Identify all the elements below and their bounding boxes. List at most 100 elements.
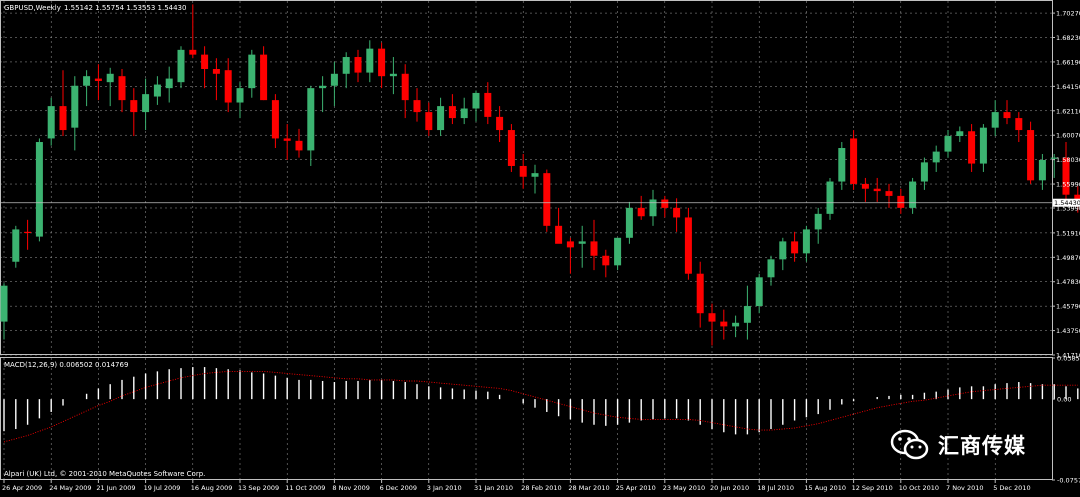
y-tick-label: 1.62110 xyxy=(1056,107,1080,115)
candle-body xyxy=(59,106,67,131)
y-tick-label: 1.70270 xyxy=(1056,10,1080,18)
candle-body xyxy=(602,255,610,266)
candle-body xyxy=(885,191,893,196)
x-tick-label: 20 Jun 2010 xyxy=(710,484,749,492)
candle-body xyxy=(802,229,810,254)
y-tick-label: 1.55990 xyxy=(1056,181,1080,189)
y-tick-label: 1.68230 xyxy=(1056,34,1080,42)
y-tick-label: 1.64150 xyxy=(1056,83,1080,91)
candle-body xyxy=(555,225,563,244)
candle-body xyxy=(791,241,799,254)
candle-body xyxy=(130,100,138,113)
candle-body xyxy=(437,106,445,131)
candle-body xyxy=(696,273,704,314)
x-tick-label: 25 Apr 2010 xyxy=(616,484,656,492)
chart-canvas: 1.54430 1.702701.682301.661901.641501.62… xyxy=(0,0,1080,493)
candle-body xyxy=(94,78,102,81)
candle-body xyxy=(496,116,504,131)
x-tick-label: 15 Aug 2010 xyxy=(804,484,846,492)
x-tick-label: 5 Dec 2010 xyxy=(993,484,1030,492)
candle-body xyxy=(507,130,515,166)
wechat-icon xyxy=(890,429,929,460)
candle-body xyxy=(1015,118,1023,131)
watermark-text: 汇商传媒 xyxy=(938,434,1026,458)
y-tick-label: 1.47830 xyxy=(1056,278,1080,286)
candle-body xyxy=(413,100,421,113)
candle-body xyxy=(850,138,858,184)
candle-body xyxy=(165,78,173,89)
ohlc-header: 1.55142 1.55754 1.53553 1.54430 xyxy=(64,4,186,12)
candle-body xyxy=(35,142,43,237)
candle-body xyxy=(236,88,244,103)
candle-body xyxy=(991,112,999,128)
candle-body xyxy=(295,140,303,151)
candle-body xyxy=(153,84,161,97)
candle-body xyxy=(106,73,114,83)
candle-body xyxy=(932,151,940,163)
candle-body xyxy=(956,131,964,137)
x-tick-label: 10 Oct 2010 xyxy=(899,484,939,492)
candle-body xyxy=(566,241,574,248)
candle-body xyxy=(873,188,881,192)
candle-body xyxy=(224,70,232,103)
x-tick-label: 16 Aug 2009 xyxy=(191,484,233,492)
x-tick-label: 31 Jan 2010 xyxy=(474,484,513,492)
candle-body xyxy=(979,127,987,164)
candle-body xyxy=(531,173,539,177)
candle-body xyxy=(472,92,480,109)
candle-body xyxy=(861,183,869,189)
candle-body xyxy=(342,57,350,74)
chart-root: 1.54430 1.702701.682301.661901.641501.62… xyxy=(0,0,1080,493)
candle-body xyxy=(767,259,775,278)
candle-body xyxy=(47,106,55,139)
x-tick-label: 28 Mar 2010 xyxy=(568,484,609,492)
candle-body xyxy=(354,57,362,73)
copyright-text: Alpari (UK) Ltd, © 2001-2010 MetaQuotes … xyxy=(4,470,205,478)
candle-body xyxy=(330,73,338,86)
candle-body xyxy=(448,106,456,119)
candle-body xyxy=(319,85,327,89)
x-tick-label: 18 Jul 2010 xyxy=(757,484,794,492)
x-tick-label: 24 May 2009 xyxy=(49,484,91,492)
candle-body xyxy=(425,112,433,131)
y-tick-label: 1.45790 xyxy=(1056,303,1080,311)
x-tick-label: 11 Oct 2009 xyxy=(285,484,325,492)
x-tick-label: 13 Sep 2009 xyxy=(238,484,279,492)
x-tick-label: 28 Feb 2010 xyxy=(521,484,561,492)
candle-body xyxy=(732,322,740,327)
candle-body xyxy=(708,313,716,322)
candle-body xyxy=(519,165,527,177)
candle-body xyxy=(637,207,645,217)
x-tick-label: 3 Jan 2010 xyxy=(427,484,462,492)
candle-body xyxy=(189,49,197,55)
x-tick-label: 8 Nov 2009 xyxy=(332,484,370,492)
candle-body xyxy=(614,237,622,266)
candle-body xyxy=(271,100,279,139)
candle-body xyxy=(661,199,669,208)
candle-body xyxy=(684,217,692,274)
candle-body xyxy=(909,181,917,208)
x-tick-label: 7 Nov 2010 xyxy=(946,484,984,492)
candle-body xyxy=(1038,159,1046,181)
candle-body xyxy=(673,207,681,218)
x-tick-label: 12 Sep 2010 xyxy=(852,484,893,492)
candle-body xyxy=(366,48,374,73)
candle-body xyxy=(543,173,551,226)
candle-body xyxy=(578,241,586,244)
x-tick-label: 26 Apr 2009 xyxy=(2,484,42,492)
candle-body xyxy=(283,138,291,141)
candle-body xyxy=(0,285,8,322)
candle-body xyxy=(755,277,763,307)
candle-body xyxy=(460,108,468,119)
macd-y-tick-label: 0.03851 xyxy=(1057,354,1080,362)
candle-body xyxy=(378,48,386,77)
x-tick-label: 19 Jul 2009 xyxy=(144,484,181,492)
candle-body xyxy=(814,213,822,230)
candle-body xyxy=(720,321,728,327)
candle-body xyxy=(590,241,598,256)
candle-body xyxy=(826,181,834,214)
candle-body xyxy=(484,92,492,117)
y-tick-label: 1.53990 xyxy=(1056,204,1080,212)
candle-body xyxy=(248,54,256,89)
candle-body xyxy=(307,88,315,151)
